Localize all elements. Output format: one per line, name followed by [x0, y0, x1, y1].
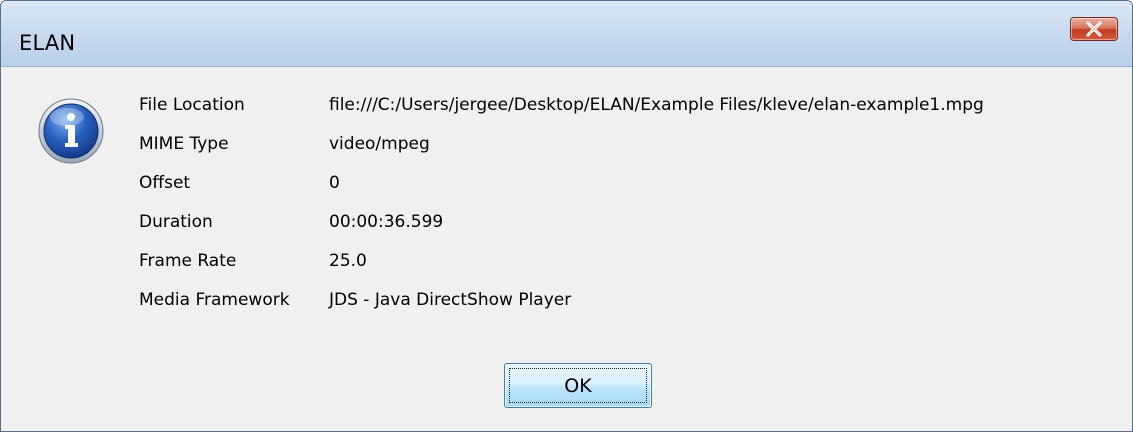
window-title: ELAN [19, 31, 76, 55]
field-value: JDS - Java DirectShow Player [329, 290, 572, 310]
field-label: Duration [139, 212, 213, 232]
field-label: File Location [139, 95, 245, 115]
field-label: Media Framework [139, 290, 290, 310]
field-label: Frame Rate [139, 251, 237, 271]
close-icon [1086, 21, 1102, 37]
info-icon [38, 98, 104, 164]
ok-button[interactable]: OK [504, 363, 652, 408]
field-value: 00:00:36.599 [329, 212, 444, 232]
field-value: video/mpeg [329, 134, 430, 154]
title-bar[interactable]: ELAN [1, 1, 1132, 67]
field-label: MIME Type [139, 134, 229, 154]
field-label: Offset [139, 173, 191, 193]
dialog-window: ELAN File Location file:///C:/Users/jerg… [0, 0, 1133, 432]
ok-button-label: OK [564, 375, 592, 397]
field-value: file:///C:/Users/jergee/Desktop/ELAN/Exa… [329, 95, 984, 115]
field-value: 0 [329, 173, 340, 193]
field-value: 25.0 [329, 251, 367, 271]
close-button[interactable] [1070, 17, 1118, 41]
